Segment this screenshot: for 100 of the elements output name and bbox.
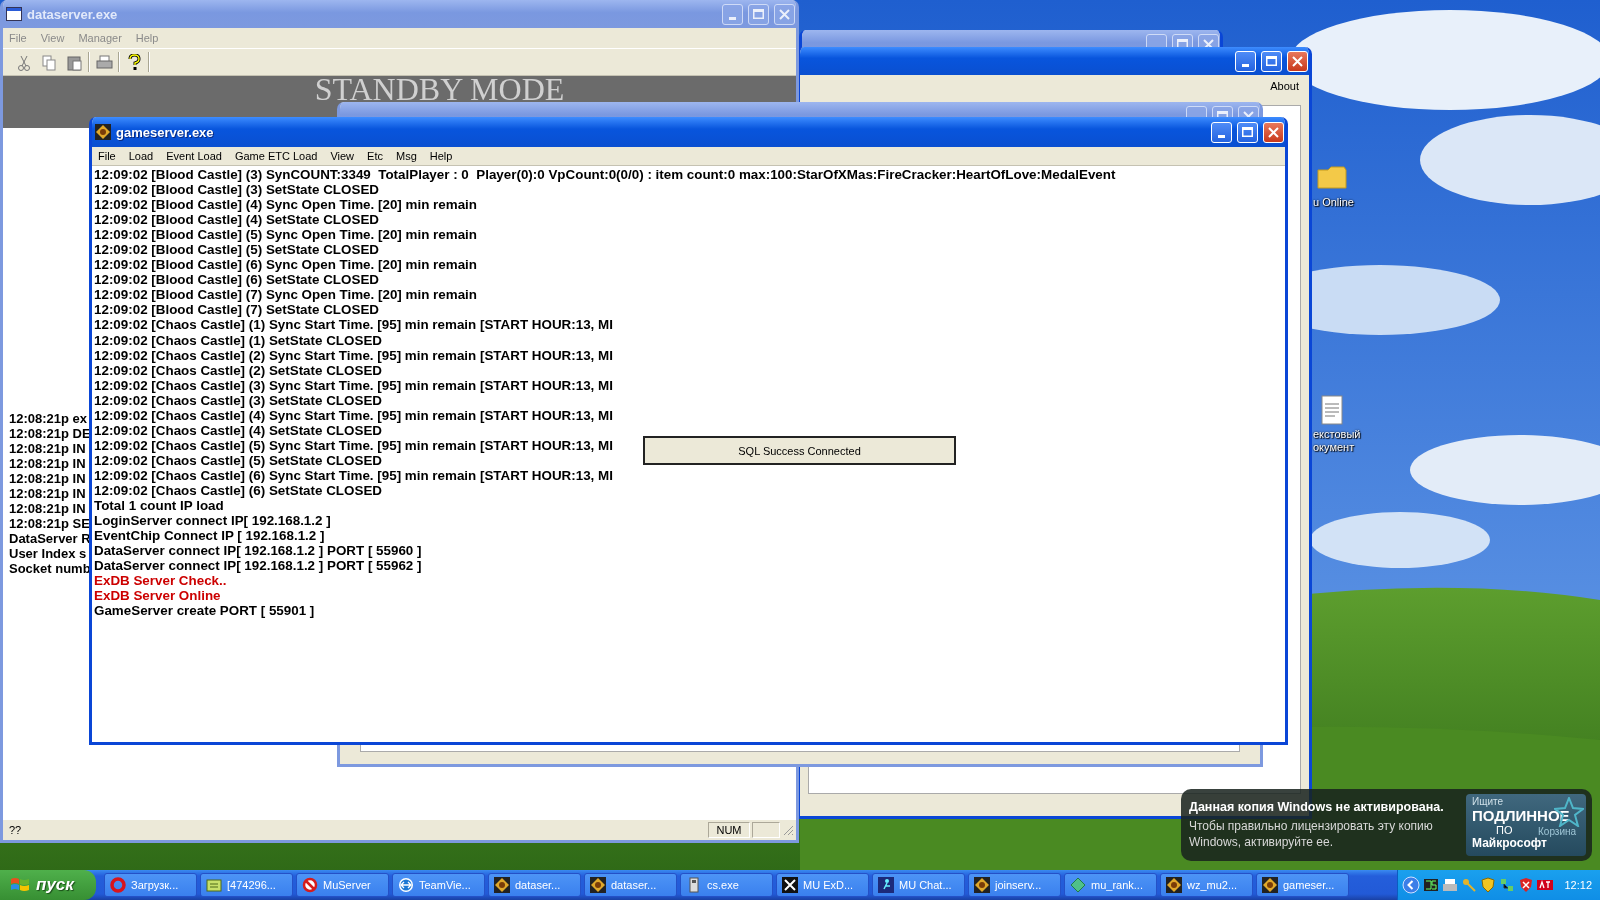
log-line: DataServer connect IP[ 192.168.1.2 ] PORT [ 55960 ] bbox=[94, 543, 422, 559]
balloon-title: Данная копия Windows не активирована. bbox=[1189, 800, 1445, 814]
minimize-button[interactable] bbox=[722, 3, 743, 25]
menu-item[interactable]: Event Load bbox=[166, 150, 222, 162]
shield-icon[interactable] bbox=[1480, 877, 1497, 893]
monitor-icon[interactable] bbox=[1423, 877, 1440, 893]
log-line: EventChip Connect IP [ 192.168.1.2 ] bbox=[94, 528, 325, 544]
log-line: LoginServer connect IP[ 192.168.1.2 ] bbox=[94, 513, 331, 529]
notepad-icon bbox=[206, 877, 222, 893]
badge-icon[interactable] bbox=[1537, 877, 1554, 893]
resize-grip-icon bbox=[782, 824, 794, 836]
emblem-icon bbox=[974, 877, 990, 893]
menu-item[interactable]: View bbox=[40, 32, 65, 44]
taskbar-button[interactable]: MuServer bbox=[296, 873, 389, 897]
close-button[interactable] bbox=[774, 3, 795, 25]
maximize-icon bbox=[1242, 127, 1253, 137]
icon-label[interactable]: u Online bbox=[1313, 196, 1363, 209]
emblem-icon bbox=[1262, 877, 1278, 893]
maximize-button[interactable] bbox=[748, 3, 769, 25]
log-line: 12:08:21p DE bbox=[9, 426, 91, 441]
log-line: 12:09:02 [Chaos Castle] (4) SetState CLOSED bbox=[94, 422, 382, 438]
log-line: 12:09:02 [Blood Castle] (5) SetState CLOSED bbox=[94, 242, 379, 258]
log-line: GameServer create PORT [ 55901 ] bbox=[94, 603, 315, 619]
clock[interactable]: 12:12 bbox=[1564, 879, 1592, 891]
window-title: dataserver.exe bbox=[27, 6, 118, 22]
menu-item[interactable]: About bbox=[1270, 80, 1299, 92]
taskbar-button[interactable]: cs.exe bbox=[680, 873, 773, 897]
close-icon bbox=[1268, 126, 1279, 138]
log-line: 12:09:02 [Blood Castle] (6) SetState CLOSED bbox=[94, 272, 379, 288]
cross-icon bbox=[782, 877, 798, 893]
emblem-icon bbox=[590, 877, 606, 893]
network-icon[interactable] bbox=[1499, 877, 1516, 893]
badge-text: ПОДЛИННОЕ bbox=[1472, 808, 1570, 824]
log-line: 12:08:21p IN bbox=[9, 501, 86, 516]
status-message: SQL Success Connected bbox=[643, 436, 956, 465]
log-line: 12:08:21p ex bbox=[9, 411, 88, 426]
printer-icon bbox=[95, 53, 113, 71]
taskbar-button[interactable]: MU ExD... bbox=[776, 873, 869, 897]
log-line: 12:08:21p IN bbox=[9, 471, 86, 486]
log-line: Total 1 count IP load bbox=[94, 498, 224, 514]
menu-item[interactable]: File bbox=[9, 32, 27, 44]
taskbar-button[interactable]: mu_rank... bbox=[1064, 873, 1157, 897]
log-line: 12:09:02 [Chaos Castle] (5) SetState CLOSED bbox=[94, 452, 382, 468]
menu-item[interactable]: Load bbox=[128, 150, 154, 162]
log-line: Socket numb bbox=[9, 561, 91, 576]
taskbar-button[interactable]: dataser... bbox=[488, 873, 581, 897]
paste-icon bbox=[65, 53, 83, 71]
log-line: 12:09:02 [Chaos Castle] (3) SetState CLOSED bbox=[94, 392, 382, 408]
menu-item[interactable]: File bbox=[98, 150, 116, 162]
emblem-icon bbox=[1166, 877, 1182, 893]
log-line: ExDB Server Online bbox=[94, 588, 221, 604]
start-button[interactable]: пуск bbox=[0, 870, 96, 900]
balloon-message: Чтобы правильно лицензировать эту копию Windows, активируйте ее. bbox=[1189, 818, 1434, 850]
minimize-icon bbox=[729, 16, 736, 20]
cut-icon bbox=[15, 53, 33, 71]
log-line: 12:08:21p SE bbox=[9, 516, 90, 531]
taskbar-button[interactable]: MU Chat... bbox=[872, 873, 965, 897]
mode-title: STANDBY MODE bbox=[314, 76, 565, 102]
taskbar-button[interactable]: dataser... bbox=[584, 873, 677, 897]
taskbar-button[interactable]: Загрузк... bbox=[104, 873, 197, 897]
menu-item[interactable]: Help bbox=[135, 32, 159, 44]
close-icon bbox=[779, 8, 790, 20]
menu-item[interactable]: Game ETC Load bbox=[234, 150, 318, 162]
log-line: 12:09:02 [Blood Castle] (4) Sync Open Time. [20] min remain bbox=[94, 197, 477, 213]
printer-icon[interactable] bbox=[1442, 877, 1459, 893]
shield-icon[interactable] bbox=[1518, 877, 1535, 893]
menu-item[interactable]: Manager bbox=[78, 32, 122, 44]
window-icon bbox=[6, 7, 22, 21]
log-line: 12:08:21p IN bbox=[9, 441, 86, 456]
status-indicator: NUM bbox=[708, 822, 750, 838]
log-line: 12:09:02 [Blood Castle] (3) SetState CLOSED bbox=[94, 182, 379, 198]
chevron-icon[interactable] bbox=[1402, 876, 1421, 894]
taskbar-button[interactable]: gameser... bbox=[1256, 873, 1349, 897]
icon-label[interactable]: екстовый окумент bbox=[1313, 428, 1363, 454]
log-line: 12:08:21p IN bbox=[9, 486, 86, 501]
figure-icon bbox=[878, 877, 894, 893]
emblem-icon bbox=[95, 124, 111, 140]
maximize-icon bbox=[753, 9, 764, 19]
log-line: 12:09:02 [Chaos Castle] (4) Sync Start Time. [95] min remain [START HOUR:13, MI bbox=[94, 407, 613, 423]
log-line: 12:09:02 [Chaos Castle] (5) Sync Start Time. [95] min remain [START HOUR:13, MI bbox=[94, 437, 613, 453]
taskbar-button[interactable]: wz_mu2... bbox=[1160, 873, 1253, 897]
taskbar-button[interactable]: joinserv... bbox=[968, 873, 1061, 897]
menu-item[interactable]: Msg bbox=[396, 150, 417, 162]
maximize-icon bbox=[1266, 56, 1277, 66]
log-line: DataServer connect IP[ 192.168.1.2 ] PORT [ 55962 ] bbox=[94, 558, 422, 574]
taskbar-button[interactable]: [474296... bbox=[200, 873, 293, 897]
log-line: 12:09:02 [Blood Castle] (3) SynCOUNT:3349 TotalPlayer : 0 Player(0):0 VpCount:0(0/0) : item count:0 max:100:StarOfXMas:FireCracker:HeartOfLove:MedalEvent bbox=[94, 167, 1116, 183]
badge-text: Майкрософт bbox=[1472, 836, 1547, 850]
menu-item[interactable]: View bbox=[330, 150, 355, 162]
minimize-icon bbox=[1218, 134, 1225, 138]
log-line: 12:09:02 [Chaos Castle] (2) SetState CLOSED bbox=[94, 362, 382, 378]
log-line: 12:09:02 [Chaos Castle] (6) Sync Start Time. [95] min remain [START HOUR:13, MI bbox=[94, 467, 613, 483]
menu-item[interactable]: Etc bbox=[367, 150, 383, 162]
arrows-icon bbox=[398, 877, 414, 893]
menu-item[interactable]: Help bbox=[429, 150, 453, 162]
log-line: 12:09:02 [Chaos Castle] (1) SetState CLOSED bbox=[94, 332, 382, 348]
windows-flag-icon bbox=[10, 876, 30, 894]
log-line: 12:09:02 [Blood Castle] (7) SetState CLOSED bbox=[94, 302, 379, 318]
badge-text: Ищите bbox=[1472, 796, 1504, 808]
taskbar-button[interactable]: TeamVie... bbox=[392, 873, 485, 897]
